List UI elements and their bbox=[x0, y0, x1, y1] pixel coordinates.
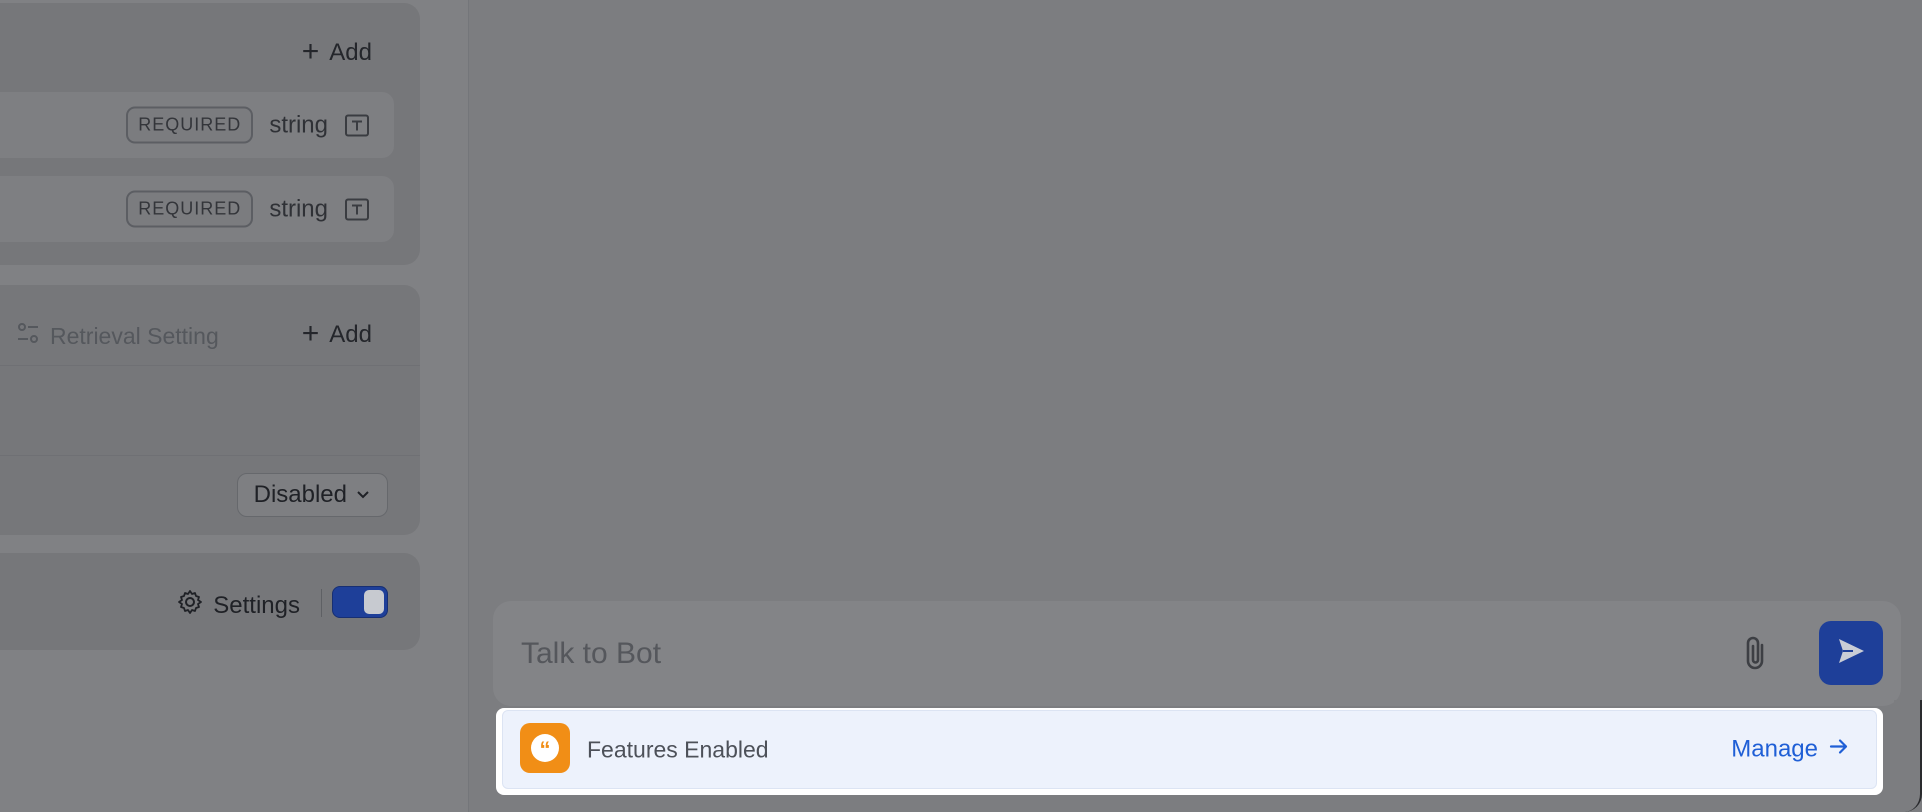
plus-icon: + bbox=[301, 34, 320, 68]
quote-glyph: “ bbox=[531, 734, 559, 762]
features-enabled-label: Features Enabled bbox=[587, 736, 769, 762]
variable-row-meta: REQUIRED string bbox=[126, 106, 370, 144]
manage-label: Manage bbox=[1731, 735, 1818, 763]
divider bbox=[0, 365, 420, 366]
text-type-icon bbox=[344, 112, 370, 138]
required-badge: REQUIRED bbox=[126, 106, 254, 144]
settings-label: Settings bbox=[213, 591, 300, 619]
settings-sliders-icon bbox=[16, 321, 40, 351]
variable-row[interactable]: REQUIRED string bbox=[0, 176, 394, 242]
send-icon bbox=[1836, 636, 1866, 671]
add-variable-button[interactable]: + Add bbox=[301, 34, 372, 68]
variable-type: string bbox=[269, 111, 328, 138]
context-card: Retrieval Setting + Add Disabled bbox=[0, 285, 420, 535]
variable-type: string bbox=[269, 195, 328, 222]
add-context-label: Add bbox=[329, 321, 372, 348]
dropdown-value: Disabled bbox=[253, 481, 347, 508]
chat-input-box[interactable]: Talk to Bot bbox=[493, 601, 1901, 706]
toggle-knob bbox=[364, 590, 384, 614]
features-enabled-inner: “ Features Enabled Manage bbox=[502, 710, 1877, 789]
retrieval-setting-button[interactable]: Retrieval Setting bbox=[16, 321, 219, 351]
window-edge bbox=[1894, 700, 1922, 812]
variable-row-meta: REQUIRED string bbox=[126, 190, 370, 228]
divider bbox=[0, 455, 420, 456]
chevron-down-icon bbox=[355, 481, 371, 509]
gear-icon bbox=[177, 589, 203, 622]
arrow-right-icon bbox=[1828, 735, 1850, 764]
plus-icon: + bbox=[301, 316, 320, 350]
required-badge: REQUIRED bbox=[126, 190, 254, 228]
settings-button[interactable]: Settings bbox=[177, 589, 300, 622]
variables-card: + Add REQUIRED string REQUIRED string bbox=[0, 3, 420, 265]
manage-link[interactable]: Manage bbox=[1731, 735, 1850, 764]
features-enabled-bar: “ Features Enabled Manage bbox=[496, 708, 1883, 795]
add-context-button[interactable]: + Add bbox=[301, 316, 372, 350]
feature-toggle-card: Settings bbox=[0, 553, 420, 650]
add-variable-label: Add bbox=[329, 39, 372, 66]
chat-input-placeholder: Talk to Bot bbox=[521, 636, 662, 670]
text-type-icon bbox=[344, 196, 370, 222]
retrieval-setting-label: Retrieval Setting bbox=[50, 322, 219, 349]
divider bbox=[321, 589, 322, 617]
paperclip-icon[interactable] bbox=[1737, 634, 1777, 674]
send-button[interactable] bbox=[1819, 621, 1883, 685]
variable-row[interactable]: REQUIRED string bbox=[0, 92, 394, 158]
left-config-panel: + Add REQUIRED string REQUIRED string Re… bbox=[0, 0, 469, 812]
disabled-dropdown[interactable]: Disabled bbox=[236, 473, 388, 517]
quote-icon: “ bbox=[520, 723, 570, 773]
feature-toggle[interactable] bbox=[332, 586, 388, 618]
